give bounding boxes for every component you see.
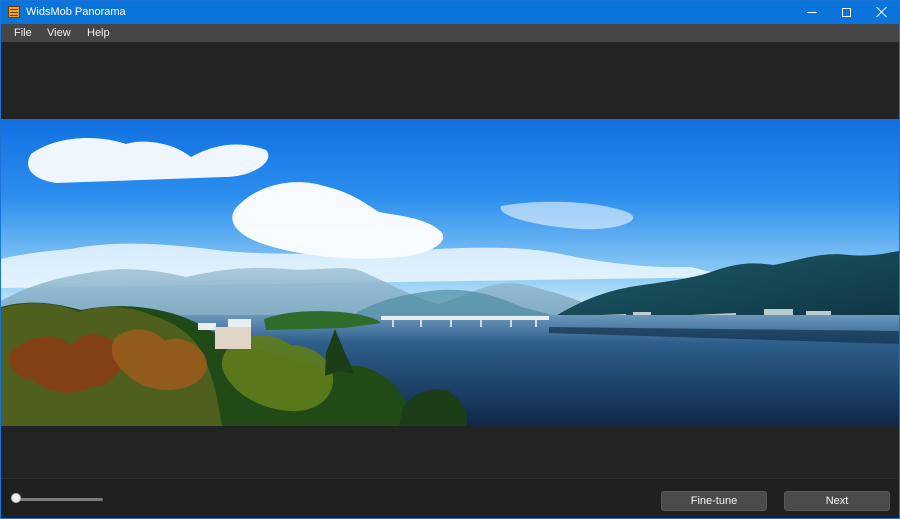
minimize-button[interactable]: [795, 1, 829, 24]
maximize-icon: [842, 8, 851, 17]
maximize-button[interactable]: [830, 1, 864, 24]
zoom-slider[interactable]: [11, 493, 103, 503]
app-window: WidsMob Panorama File View Help Fine-tun…: [0, 0, 900, 519]
menu-file[interactable]: File: [14, 26, 32, 40]
window-title: WidsMob Panorama: [26, 6, 126, 18]
preview-canvas: [1, 42, 899, 478]
zoom-slider-track[interactable]: [13, 498, 103, 501]
app-icon: [8, 6, 20, 18]
zoom-slider-knob[interactable]: [11, 493, 21, 503]
menu-help[interactable]: Help: [87, 26, 110, 40]
menu-bar: File View Help: [1, 24, 899, 42]
bottom-toolbar: Fine-tune Next: [1, 478, 899, 518]
fine-tune-button[interactable]: Fine-tune: [661, 491, 767, 511]
close-icon: [876, 6, 888, 18]
next-button[interactable]: Next: [784, 491, 890, 511]
panorama-image: [1, 119, 899, 426]
close-button[interactable]: [865, 1, 899, 24]
minimize-icon: [807, 12, 817, 13]
title-bar[interactable]: WidsMob Panorama: [1, 1, 899, 24]
menu-view[interactable]: View: [47, 26, 71, 40]
panorama-scene: [1, 119, 899, 426]
